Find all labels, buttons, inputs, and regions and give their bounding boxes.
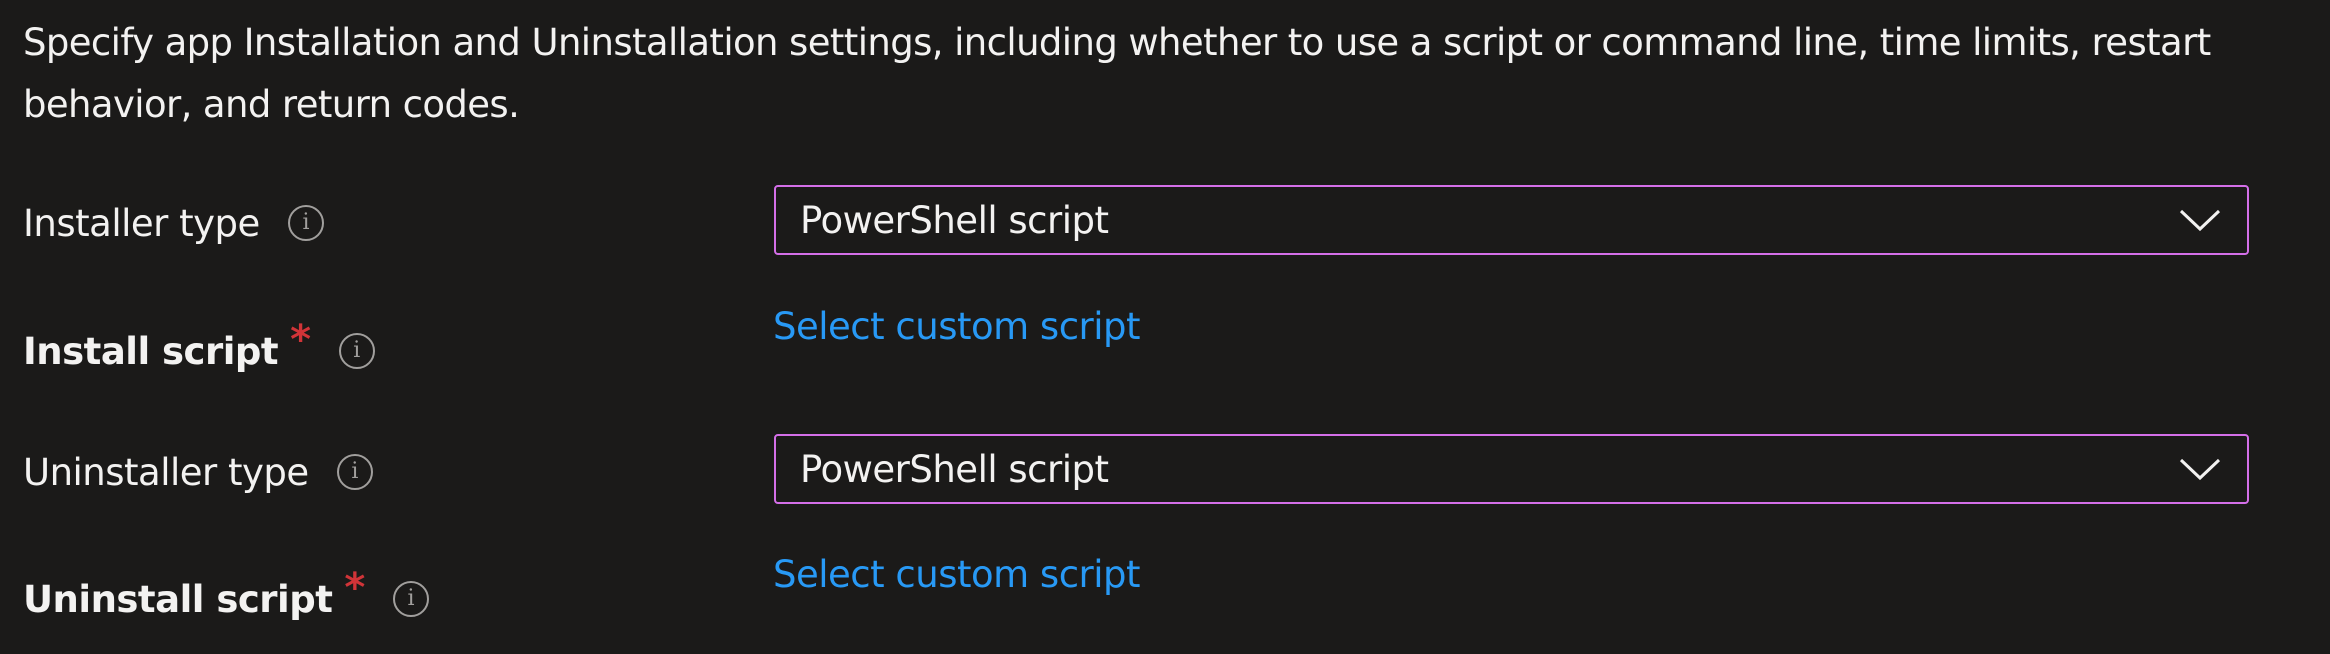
uninstall-select-custom-script-link[interactable]: Select custom script [773,553,1141,596]
chevron-down-icon [2179,209,2221,232]
uninstaller-type-label-row: Uninstaller type i [23,442,373,502]
installer-type-label: Installer type [23,201,260,245]
section-description: Specify app Installation and Uninstallat… [23,21,2211,126]
installer-type-dropdown[interactable]: PowerShell script [774,185,2249,255]
uninstaller-type-label: Uninstaller type [23,450,309,494]
info-icon[interactable]: i [392,581,429,617]
info-icon[interactable]: i [336,454,373,490]
required-marker: * [290,317,311,363]
install-script-label-row: Install script * i [23,317,375,381]
install-script-label: Install script [23,329,279,373]
installer-type-selected-value: PowerShell script [800,198,1109,242]
installer-type-label-row: Installer type i [23,193,324,253]
info-icon[interactable]: i [338,333,375,369]
uninstaller-type-selected-value: PowerShell script [800,447,1109,491]
uninstaller-type-dropdown[interactable]: PowerShell script [774,434,2249,504]
required-marker: * [344,565,365,611]
uninstall-script-label-row: Uninstall script * i [23,565,429,629]
app-install-settings-page: Specify app Installation and Uninstallat… [0,0,2330,654]
chevron-down-icon [2179,458,2221,481]
uninstall-script-label: Uninstall script [23,577,333,621]
info-icon[interactable]: i [287,205,324,241]
install-select-custom-script-link[interactable]: Select custom script [773,305,1141,348]
